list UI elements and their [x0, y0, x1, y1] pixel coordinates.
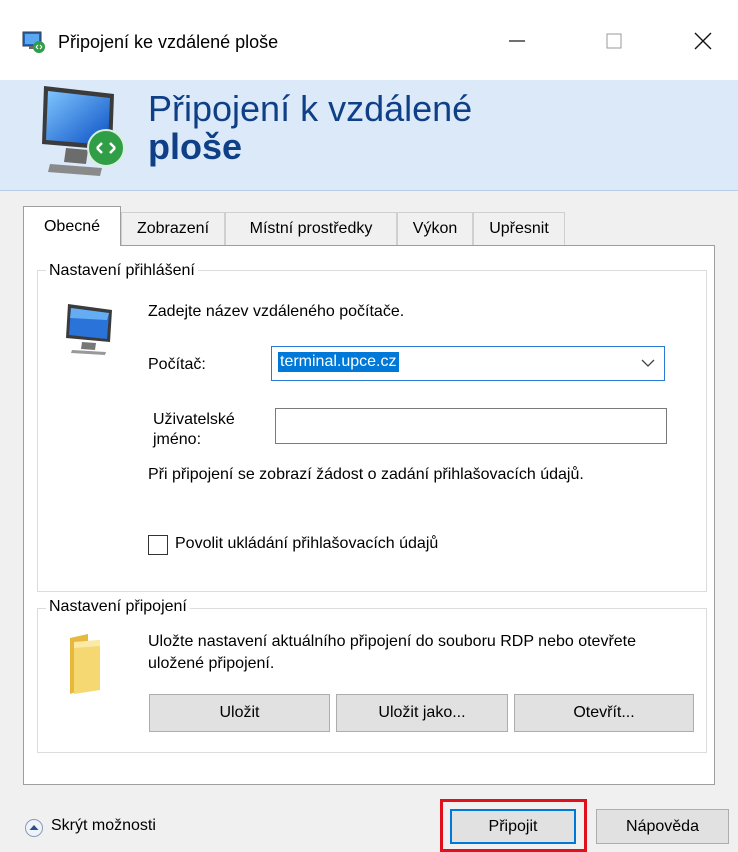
connect-highlight-box: [440, 799, 587, 852]
username-label-line2: jméno:: [153, 431, 202, 448]
login-instruction-text: Zadejte název vzdáleného počítače.: [148, 303, 405, 320]
username-label-line1: Uživatelské: [153, 411, 235, 428]
minimize-button[interactable]: [484, 16, 550, 66]
tab-display[interactable]: Zobrazení: [121, 212, 225, 245]
credentials-note: Při připojení se zobrazí žádost o zadání…: [148, 466, 584, 483]
computer-icon: [66, 304, 112, 355]
maximize-icon: [606, 33, 622, 49]
connection-settings-note: Uložte nastavení aktuálního připojení do…: [148, 633, 637, 672]
remote-desktop-app-icon: [22, 31, 45, 53]
help-button[interactable]: Nápověda: [596, 809, 729, 844]
maximize-button[interactable]: [581, 16, 647, 66]
banner-title-line1: Připojení k vzdálené: [148, 88, 473, 129]
open-button[interactable]: Otevřít...: [514, 694, 694, 732]
login-settings-label: Nastavení přihlášení: [46, 262, 198, 280]
chevron-down-icon[interactable]: [640, 355, 656, 371]
computer-value[interactable]: terminal.upce.cz: [278, 352, 399, 372]
hide-options-link[interactable]: Skrýt možnosti: [51, 817, 156, 835]
username-label: Uživatelské jméno:: [153, 410, 235, 450]
tab-general[interactable]: Obecné: [23, 206, 121, 246]
folder-icon: [70, 634, 100, 694]
computer-label: Počítač:: [148, 356, 206, 373]
tab-experience[interactable]: Výkon: [397, 212, 473, 245]
close-icon: [694, 32, 712, 50]
save-as-button[interactable]: Uložit jako...: [336, 694, 508, 732]
username-input[interactable]: [275, 408, 667, 444]
save-credentials-label[interactable]: Povolit ukládání přihlašovacích údajů: [175, 535, 438, 553]
minimize-icon: [509, 40, 525, 42]
save-credentials-checkbox[interactable]: [148, 535, 168, 555]
collapse-options-icon[interactable]: [24, 818, 44, 838]
save-button[interactable]: Uložit: [149, 694, 330, 732]
tab-advanced[interactable]: Upřesnit: [473, 212, 565, 245]
computer-combobox[interactable]: terminal.upce.cz: [271, 346, 665, 381]
remote-desktop-logo-icon: [42, 86, 125, 176]
banner-title-line2: ploše: [148, 126, 243, 167]
window-title: Připojení ke vzdálené ploše: [58, 32, 279, 52]
tab-local-resources[interactable]: Místní prostředky: [225, 212, 397, 245]
connection-settings-label: Nastavení připojení: [46, 598, 190, 616]
close-button[interactable]: [670, 16, 736, 66]
